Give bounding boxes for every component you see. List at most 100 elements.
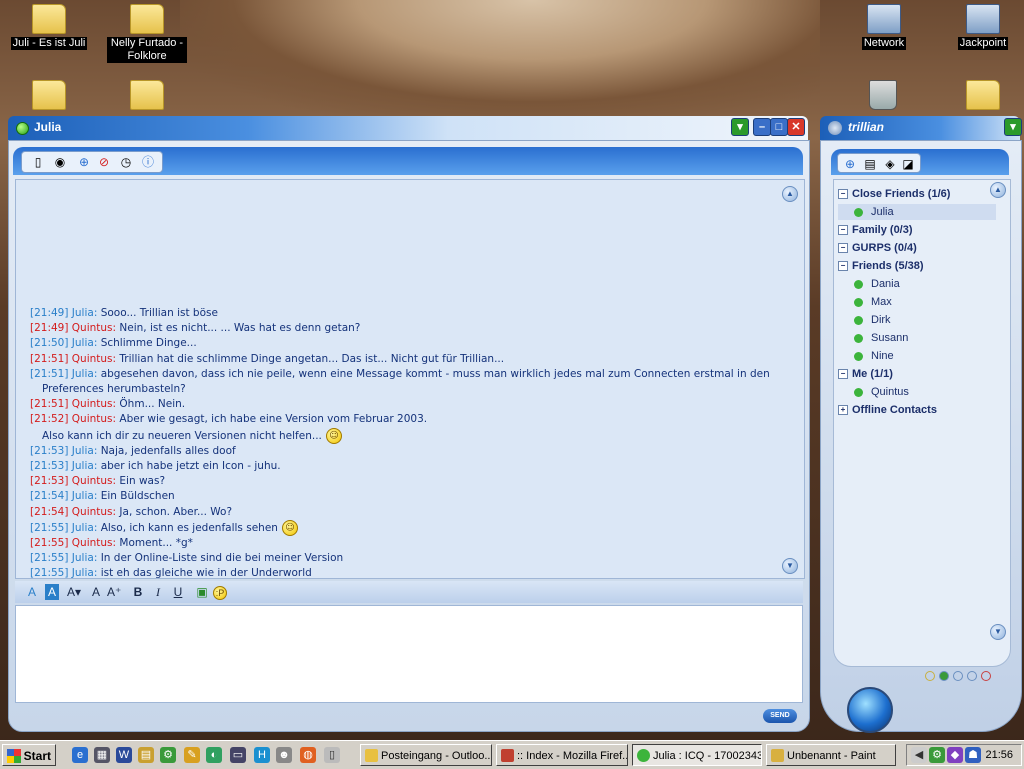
messenger-tray-icon[interactable]: ◆ [947, 747, 963, 763]
chat-message: Also kann ich dir zu neueren Versionen n… [30, 427, 780, 444]
status-dot-icon[interactable] [953, 671, 963, 681]
page-icon[interactable]: ◪ [900, 156, 916, 172]
font-color-button[interactable]: A [25, 584, 39, 600]
task-firefox[interactable]: :: Index - Mozilla Firef... [496, 744, 628, 766]
insert-image-icon[interactable]: ▣ [195, 584, 209, 600]
icq-icon [637, 749, 650, 762]
status-dot-icon[interactable] [925, 671, 935, 681]
document-icon[interactable]: ▯ [324, 747, 340, 763]
start-button[interactable]: Start [2, 744, 56, 766]
contact-titlebar[interactable]: trillian ▾ [820, 116, 1022, 140]
desktop-icon-network[interactable]: Network [844, 4, 924, 50]
menu-dropdown-button[interactable]: ▾ [731, 118, 749, 136]
new-document-icon[interactable]: ▯ [30, 154, 46, 170]
emoticon-icon[interactable]: :P [213, 584, 227, 600]
contact-item[interactable]: Susann [838, 330, 908, 346]
contact-scroll-up-button[interactable]: ▲ [990, 182, 1006, 198]
group-toggle-icon[interactable]: − [838, 261, 848, 272]
message-text: Also kann ich dir zu neueren Versionen n… [42, 429, 322, 442]
block-icon[interactable]: ⊘ [96, 154, 112, 170]
minimize-button[interactable]: – [753, 118, 771, 136]
contact-scroll-down-button[interactable]: ▼ [990, 624, 1006, 640]
task-paint[interactable]: Unbenannt - Paint [766, 744, 896, 766]
desktop-icon-recycle-bin[interactable] [843, 80, 923, 113]
desktop-icon-jackpoint[interactable]: Jackpoint [943, 4, 1023, 50]
pencil-icon[interactable]: ✎ [184, 747, 200, 763]
contact-item[interactable]: Nine [838, 348, 894, 364]
maximize-button[interactable]: □ [770, 118, 788, 136]
game-icon[interactable]: ☻ [276, 747, 292, 763]
add-contact-icon[interactable]: ⊕ [76, 154, 92, 170]
message-sender: Julia: [71, 337, 98, 350]
contact-item[interactable]: Max [838, 294, 892, 310]
desktop-icon-folder-open[interactable] [943, 80, 1023, 113]
add-icon[interactable]: ⊕ [842, 156, 858, 172]
message-timestamp: [21:51] [30, 352, 69, 365]
contact-group[interactable]: − Friends (5/38) [838, 258, 924, 274]
background-color-button[interactable]: A [45, 584, 59, 600]
firefox-icon[interactable]: ◍ [300, 747, 316, 763]
desktop-icon-folder-3[interactable] [9, 80, 89, 113]
h-app-icon[interactable]: H [254, 747, 270, 763]
internet-explorer-icon[interactable]: e [72, 747, 88, 763]
terminal-icon[interactable]: ▭ [230, 747, 246, 763]
desktop-icon-folder-nelly[interactable]: Nelly Furtado - Folklore [107, 4, 187, 63]
scroll-up-button[interactable]: ▲ [782, 186, 798, 202]
contact-item[interactable]: Dirk [838, 312, 891, 328]
webcam-icon[interactable]: ◉ [52, 154, 68, 170]
network-tool-icon[interactable]: ⚙ [160, 747, 176, 763]
word-icon[interactable]: W [116, 747, 132, 763]
contact-group[interactable]: − GURPS (0/4) [838, 240, 917, 256]
contact-item[interactable]: Quintus [838, 384, 909, 400]
directory-icon[interactable]: ▤ [862, 156, 878, 172]
contact-item[interactable]: Julia [838, 204, 996, 220]
info-icon[interactable]: ⓘ [140, 154, 156, 170]
contact-menu-dropdown-button[interactable]: ▾ [1004, 118, 1022, 136]
group-toggle-icon[interactable]: − [838, 189, 848, 200]
group-toggle-icon[interactable]: − [838, 225, 848, 236]
media-icon[interactable]: ◐ [206, 747, 222, 763]
status-dot-icon[interactable] [967, 671, 977, 681]
group-toggle-icon[interactable]: − [838, 369, 848, 380]
group-toggle-icon[interactable]: − [838, 243, 848, 254]
close-button[interactable]: ✕ [787, 118, 805, 136]
group-toggle-icon[interactable]: + [838, 405, 848, 416]
message-history[interactable]: [21:49] Julia: Sooo... Trillian ist böse… [15, 179, 805, 579]
send-button[interactable]: SEND [763, 709, 797, 723]
contact-list[interactable]: ▲ ▼ − Close Friends (1/6) Julia − Family (0/… [833, 179, 1011, 667]
scroll-down-button[interactable]: ▼ [782, 558, 798, 574]
desktop-icon-folder-4[interactable] [107, 80, 187, 113]
bold-button[interactable]: B [131, 584, 145, 600]
history-icon[interactable]: ◷ [118, 154, 134, 170]
message-sender: Quintus: [71, 352, 117, 365]
contact-group[interactable]: − Family (0/3) [838, 222, 913, 238]
message-timestamp: [21:53] [30, 460, 69, 473]
task-icq-julia[interactable]: Julia : ICQ - 17002343 [632, 744, 762, 766]
contact-group[interactable]: − Me (1/1) [838, 366, 893, 382]
font-bigger-button[interactable]: A⁺ [107, 584, 121, 600]
task-outlook[interactable]: Posteingang - Outloo... [360, 744, 492, 766]
chat-message: [21:51] Julia: abgesehen davon, dass ich… [30, 367, 780, 382]
font-button[interactable]: A [89, 584, 103, 600]
desktop-icon-folder-juli[interactable]: Juli - Es ist Juli [9, 4, 89, 50]
cube-icon[interactable]: ◈ [882, 156, 898, 172]
chat-titlebar[interactable]: Julia ▾ – □ ✕ [8, 116, 808, 140]
message-input[interactable] [15, 605, 803, 703]
contact-group[interactable]: − Close Friends (1/6) [838, 186, 950, 202]
contact-group[interactable]: + Offline Contacts [838, 402, 937, 418]
notes-icon[interactable]: ▤ [138, 747, 154, 763]
font-smaller-button[interactable]: A▾ [67, 584, 81, 600]
volume-icon[interactable]: ◀ [911, 747, 927, 763]
chat-message: [21:49] Julia: Sooo... Trillian ist böse [30, 306, 780, 321]
status-dot-icon[interactable] [981, 671, 991, 681]
globe-icon[interactable] [847, 687, 893, 733]
users-tray-icon[interactable]: ☗ [965, 747, 981, 763]
status-dot-icon[interactable] [939, 671, 949, 681]
network-icon [867, 4, 901, 34]
contact-item[interactable]: Dania [838, 276, 900, 292]
underline-button[interactable]: U [171, 584, 185, 600]
network-tray-icon[interactable]: ⚙ [929, 747, 945, 763]
italic-button[interactable]: I [151, 584, 165, 600]
show-desktop-icon[interactable]: ▦ [94, 747, 110, 763]
message-sender: Quintus: [71, 475, 117, 488]
